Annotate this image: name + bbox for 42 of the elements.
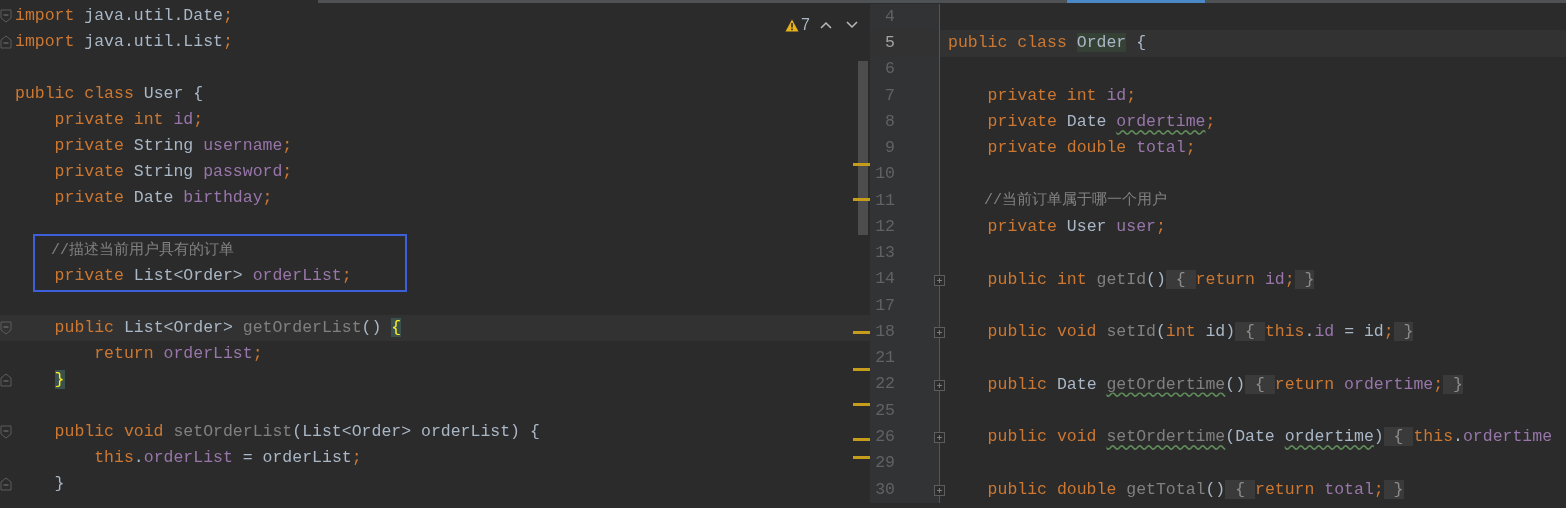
code-line: public void setId(int id) { this.id = id; } — [986, 322, 1414, 343]
warning-icon — [785, 18, 800, 32]
scrollbar-thumb[interactable] — [858, 61, 868, 235]
code-line: private List<Order> orderList; — [53, 266, 352, 286]
code-line: //当前订单属于哪一个用户 — [983, 190, 1167, 212]
code-line: private String password; — [53, 162, 293, 182]
code-line: //描述当前用户具有的订单 — [50, 240, 234, 261]
code-line: private User user; — [986, 217, 1166, 238]
code-line: private String username; — [53, 136, 293, 156]
code-line: import java.util.Date; — [15, 6, 233, 26]
expand-icon[interactable] — [934, 379, 945, 391]
fold-marker-icon[interactable] — [0, 477, 12, 491]
code-line: public class User { — [15, 84, 204, 104]
code-line: public class Order { — [948, 33, 1147, 54]
fold-marker-icon[interactable] — [0, 373, 12, 387]
code-line: import java.util.List; — [15, 32, 233, 52]
expand-icon[interactable] — [934, 327, 945, 339]
code-line: this.orderList = orderList; — [93, 448, 362, 468]
code-line: public List<Order> getOrderList() { — [53, 318, 402, 338]
chevron-down-icon — [846, 21, 858, 29]
chevron-up-icon — [820, 21, 832, 29]
code-line: private int id; — [986, 85, 1137, 106]
code-line: public Date getOrdertime() { return ordertime; } — [986, 374, 1463, 395]
fold-marker-icon[interactable] — [0, 9, 12, 23]
code-line: return orderList; — [93, 344, 263, 364]
code-line: public void setOrdertime(Date ordertime) { this.ordertime — [986, 427, 1553, 448]
code-line: public int getId() { return id; } — [986, 269, 1315, 290]
warning-count[interactable]: 7 — [785, 13, 810, 37]
fold-marker-icon[interactable] — [0, 35, 12, 49]
code-line: private Date ordertime; — [986, 112, 1216, 133]
expand-icon[interactable] — [934, 432, 945, 444]
line-number: 5 — [884, 32, 895, 54]
code-line: public void setOrderList(List<Order> orderList) { — [53, 422, 540, 442]
code-line: public double getTotal() { return total; } — [986, 479, 1404, 500]
expand-icon[interactable] — [934, 274, 945, 286]
code-line: private Date birthday; — [53, 188, 273, 208]
code-line: } — [53, 474, 65, 494]
expand-icon[interactable] — [934, 484, 945, 496]
fold-marker-icon[interactable] — [0, 321, 12, 335]
fold-marker-icon[interactable] — [0, 425, 12, 439]
code-line: private int id; — [53, 110, 204, 130]
code-line: private double total; — [986, 138, 1196, 159]
